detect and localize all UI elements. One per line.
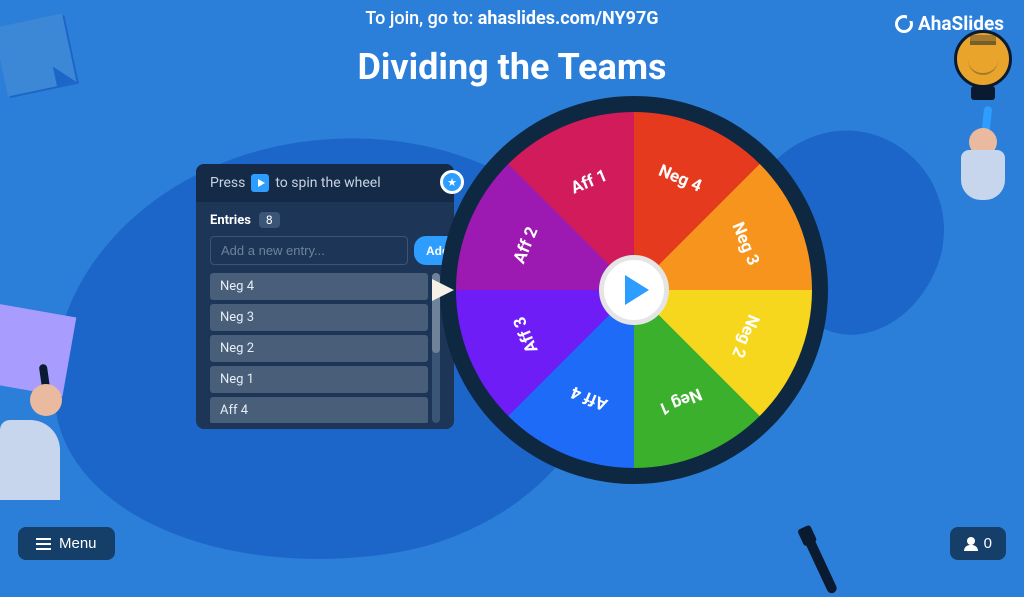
pointer-icon (432, 279, 454, 301)
join-url: ahaslides.com/NY97G (478, 8, 659, 29)
lightbulb-illustration (944, 30, 1022, 108)
pen-illustration (800, 527, 839, 595)
entries-header: Entries 8 (196, 202, 454, 236)
list-item[interactable]: Neg 3 (210, 304, 428, 331)
hand-illustration (958, 110, 1008, 200)
entries-label: Entries (210, 213, 251, 228)
participants-button[interactable]: 0 (950, 527, 1006, 560)
menu-button[interactable]: Menu (18, 527, 115, 560)
hand-illustration (0, 370, 90, 500)
hint-after: to spin the wheel (275, 175, 380, 191)
hamburger-icon (36, 538, 51, 550)
brand-icon (895, 15, 913, 33)
wheel-container: Neg 4Neg 3Neg 2Neg 1Aff 4Aff 3Aff 2Aff 1 (440, 96, 828, 484)
hint-before: Press (210, 175, 245, 191)
entry-add-row: Add (196, 236, 454, 265)
spin-button[interactable] (599, 255, 669, 325)
join-prefix: To join, go to: (365, 8, 477, 29)
join-instruction: To join, go to: ahaslides.com/NY97G (0, 8, 1024, 29)
panel-header: Press to spin the wheel ★ (196, 164, 454, 202)
entries-panel: Press to spin the wheel ★ Entries 8 Add … (196, 164, 454, 429)
list-item[interactable]: Neg 4 (210, 273, 428, 300)
star-icon: ★ (440, 170, 464, 194)
entries-list: Neg 4 Neg 3 Neg 2 Neg 1 Aff 4 (210, 273, 440, 423)
menu-label: Menu (59, 535, 97, 552)
list-item[interactable]: Neg 2 (210, 335, 428, 362)
play-icon (251, 174, 269, 192)
entry-input[interactable] (210, 236, 408, 265)
entries-count: 8 (259, 212, 280, 228)
list-item[interactable]: Aff 4 (210, 397, 428, 423)
participants-count: 0 (984, 535, 992, 552)
list-item[interactable]: Neg 1 (210, 366, 428, 393)
play-icon (625, 275, 649, 305)
page-title: Dividing the Teams (0, 46, 1024, 88)
person-icon (964, 537, 978, 551)
